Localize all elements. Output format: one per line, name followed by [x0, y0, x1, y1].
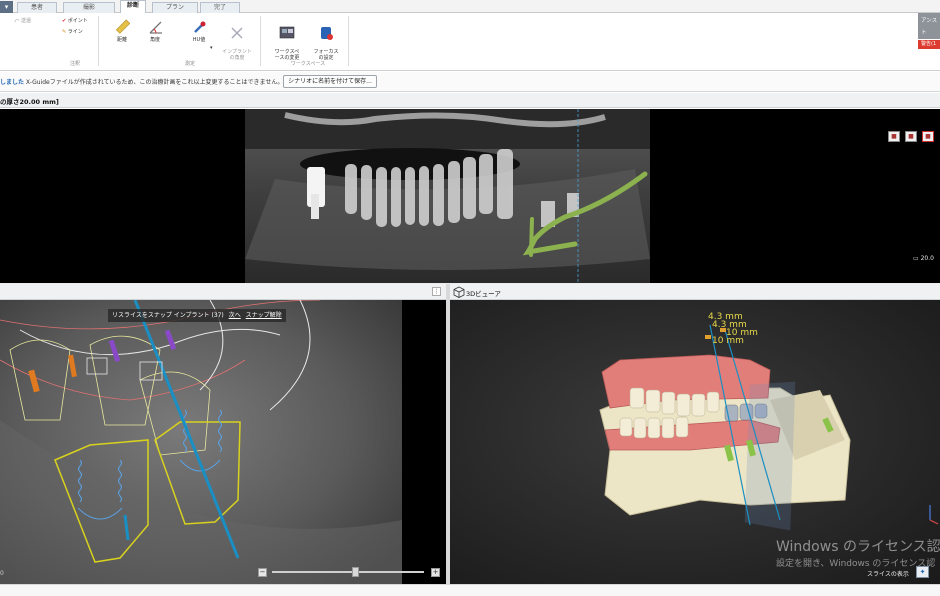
line-label: ライン [67, 29, 83, 35]
pencil-icon: ✎ [62, 29, 67, 35]
annotation-group-label: 注釈 [69, 61, 80, 67]
panorama-view[interactable]: ■ ■ ■ ▭ 20.0 [0, 109, 940, 283]
workspace-change-button[interactable]: ワークスペ ースの変更 [268, 19, 306, 61]
panorama-title: の厚さ20.00 mm] [0, 98, 59, 106]
warning-button[interactable]: 警告(1 [918, 40, 940, 49]
info-body: X-Guideファイルが作成されているため、この治療計画をこれ以上変更することは… [24, 79, 284, 86]
info-message: しました X-Guideファイルが作成されているため、この治療計画をこれ以上変更… [0, 77, 283, 86]
windows-activation-watermark: Windows のライセンス認証 [776, 539, 940, 555]
slice-show-label: スライスの表示 [867, 571, 909, 578]
measurement-label: 10 mm [712, 336, 744, 346]
viewer3d-title: 3Dビューア [466, 290, 501, 298]
undo-button[interactable]: ⤺ 送還 [14, 17, 31, 25]
view-toggle-2-icon[interactable]: ■ [905, 131, 917, 142]
view-toggle-3-icon[interactable]: ■ [922, 131, 934, 142]
info-bar: しました X-Guideファイルが作成されているため、この治療計画をこれ以上変更… [0, 72, 940, 92]
slice-slider[interactable] [272, 571, 424, 573]
distance-button[interactable]: 距離 [108, 19, 136, 43]
hu-value-button[interactable]: HU値 ▾ [184, 19, 214, 51]
eyedropper-icon [194, 21, 206, 33]
point-icon: ✔ [62, 18, 67, 24]
focus-icon [321, 27, 333, 40]
viewer3d-header: 3Dビューア [450, 284, 940, 300]
slice-minus-button[interactable]: − [258, 568, 267, 577]
thickness-value: 20.0 [920, 255, 934, 262]
cross-section-header: ⋮ [0, 284, 446, 300]
info-prefix: しました [0, 79, 25, 86]
save-scenario-button[interactable]: シナリオに名前を付けて保存... [283, 75, 377, 88]
dropdown-arrow-icon: ▾ [210, 45, 213, 51]
cube-icon [453, 286, 465, 298]
snap-text: リスライスをスナップ インプラント (37) [112, 312, 224, 319]
snap-next-link[interactable]: 次へ [229, 312, 241, 319]
ribbon-tabbar: ▾ 患者 撮影 診断 プラン 完了 [0, 0, 940, 14]
angle-button[interactable]: 角度 [141, 19, 169, 43]
snap-release-link[interactable]: スナップ解除 [246, 312, 282, 319]
cross-section-image [0, 300, 446, 584]
focus-setting-button[interactable]: フォーカス の設定 [308, 19, 344, 61]
tab-diagnosis[interactable]: 診断 [120, 0, 146, 14]
point-button[interactable]: ✔ ポイント [62, 17, 88, 25]
pane-menu-button[interactable]: ⋮ [432, 287, 441, 296]
implant-angle-icon [231, 27, 243, 39]
ribbon: ⤺ 送還 ✔ ポイント ✎ ライン 注釈 距離 角度 HU値 ▾ インプラント … [0, 13, 940, 71]
app-menu-button[interactable]: ▾ [0, 1, 13, 13]
windows-activation-subtext: 設定を開き、Windows のライセンス認 [776, 559, 936, 569]
slice-plus-button[interactable]: + [431, 568, 440, 577]
slice-slider-handle[interactable] [352, 567, 359, 577]
implant-angle-button[interactable]: インプラント の角度 [222, 19, 252, 61]
measure-group-label: 測定 [184, 61, 195, 67]
snap-tooltip: リスライスをスナップ インプラント (37) 次へ スナップ解除 [108, 309, 286, 322]
view-toggle-1-icon[interactable]: ■ [888, 131, 900, 142]
cross-scale-zero: 0 [0, 570, 4, 577]
thickness-readout: ▭ 20.0 [913, 255, 934, 262]
group-separator [348, 16, 349, 66]
angle-label: 角度 [149, 37, 160, 43]
status-bar [0, 584, 940, 596]
workspace-icon [279, 26, 295, 39]
group-separator [260, 16, 261, 66]
slice-toggle-button[interactable]: ✦ [916, 566, 929, 578]
cross-section-view[interactable]: リスライスをスナップ インプラント (37) 次へ スナップ解除 0 − + [0, 300, 446, 584]
distance-label: 距離 [116, 37, 127, 43]
line-button[interactable]: ✎ ライン [62, 28, 83, 36]
angle-icon [149, 21, 162, 34]
tab-patient[interactable]: 患者 [17, 2, 57, 13]
hu-value-label: HU値 [192, 37, 206, 43]
panoramic-xray [245, 109, 650, 283]
point-label: ポイント [67, 18, 88, 24]
workspace-group-label: ワークスペース [290, 61, 326, 67]
panorama-header: の厚さ20.00 mm] [0, 93, 940, 108]
tab-capture[interactable]: 撮影 [63, 2, 115, 13]
tab-plan[interactable]: プラン [152, 2, 198, 13]
viewer3d[interactable]: 4.3 mm 4.3 mm 10 mm 10 mm Windows のライセンス… [450, 300, 940, 584]
side-panel-button[interactable]: アンスト [918, 13, 940, 39]
undo-label: 送還 [20, 18, 31, 24]
implant-angle-label: インプラント の角度 [222, 49, 252, 61]
undo-icon: ⤺ [14, 18, 20, 24]
ruler-icon [115, 19, 130, 34]
group-separator [98, 16, 99, 66]
tab-finish[interactable]: 完了 [200, 2, 240, 13]
